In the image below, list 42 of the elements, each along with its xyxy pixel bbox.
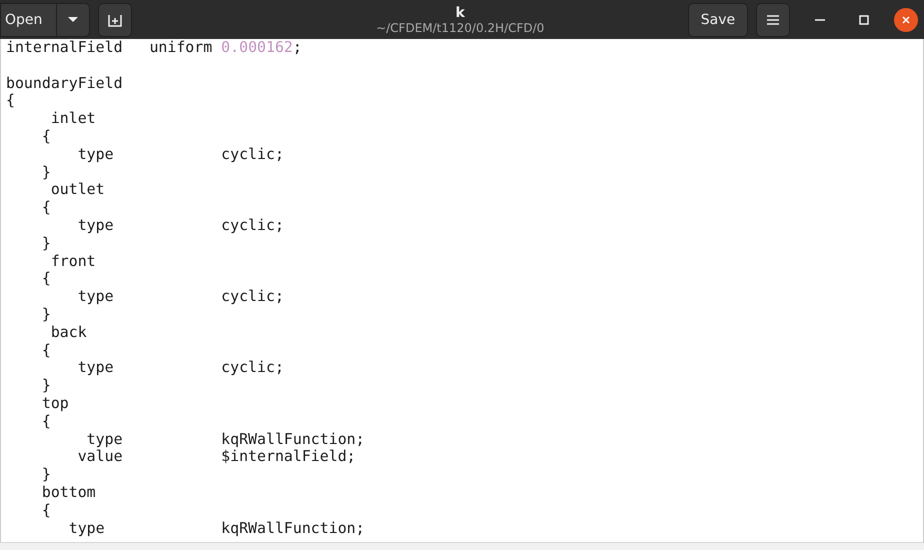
code-text: inlet (50, 109, 96, 128)
code-text: bottom (40, 482, 96, 501)
code-text: { (40, 340, 51, 359)
code-text: type cyclic; (76, 358, 284, 376)
code-text: type cyclic; (76, 144, 284, 163)
code-text: ; (292, 39, 302, 56)
code-text: front (50, 252, 96, 270)
code-text: } (40, 304, 51, 323)
code-text: value $internalField; (76, 447, 356, 466)
code-text: { (40, 412, 51, 430)
code-text: type cyclic; (76, 216, 284, 234)
caret-icon (67, 16, 80, 23)
code-text: } (40, 234, 51, 252)
code-text: } (40, 376, 51, 394)
code-text: { (40, 126, 51, 145)
code-text: outlet (50, 180, 105, 198)
code-text: back (50, 322, 87, 341)
minimize-icon (814, 18, 825, 20)
window-title: k (456, 4, 465, 20)
maximize-icon (858, 14, 869, 24)
file-path: ~/CFDEM/t1120/0.2H/CFD/0 (376, 20, 544, 34)
code-text: } (40, 465, 51, 484)
number-literal: 0.000162 (221, 39, 293, 56)
dropdown-button[interactable] (56, 2, 90, 36)
code-text: { (40, 269, 51, 288)
code-text: { (6, 91, 15, 110)
menu-button[interactable] (756, 2, 790, 36)
menu-icon (766, 14, 780, 26)
new-tab-button[interactable] (98, 2, 132, 36)
code-text: internalField uniform (6, 39, 214, 56)
code-text: type kqRWallFunction; (68, 518, 365, 537)
code-text: { (40, 198, 51, 216)
code-text: } (40, 162, 51, 181)
close-icon (902, 16, 910, 24)
code-text: { (40, 500, 51, 519)
open-button[interactable]: Open (0, 2, 56, 36)
close-button[interactable] (894, 8, 918, 32)
code-text: boundaryField (6, 74, 123, 92)
save-button[interactable]: Save (688, 2, 748, 36)
code-text: type cyclic; (76, 287, 284, 306)
code-text: type kqRWallFunction; (86, 430, 365, 448)
code-text: top (40, 394, 69, 412)
